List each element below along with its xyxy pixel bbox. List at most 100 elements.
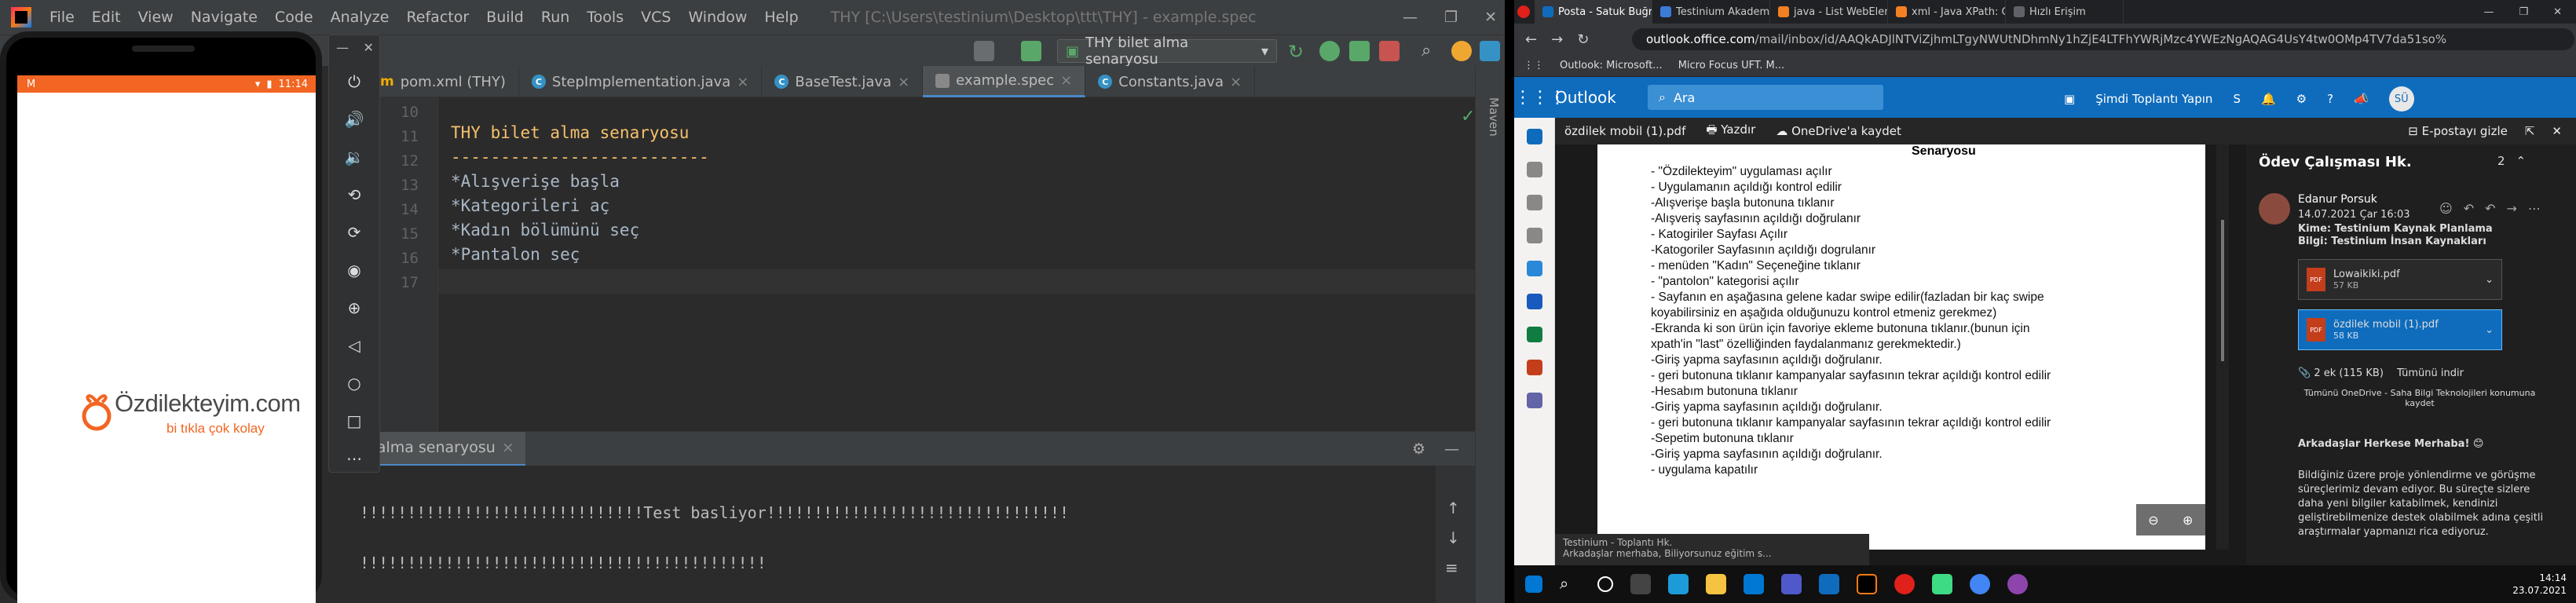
close-tab-icon[interactable]: ×: [737, 74, 748, 90]
back-icon[interactable]: ◁: [342, 334, 366, 357]
menu-view[interactable]: View: [130, 9, 182, 26]
menu-window[interactable]: Window: [679, 9, 756, 26]
save-onedrive-button[interactable]: ☁ OneDrive'a kaydet: [1776, 124, 1901, 138]
debug-icon[interactable]: [1319, 41, 1340, 61]
camera-icon[interactable]: ◉: [342, 258, 366, 282]
menu-build[interactable]: Build: [478, 9, 532, 26]
close-tab-icon[interactable]: ×: [1230, 74, 1242, 90]
outlook-icon[interactable]: [1819, 574, 1839, 594]
stop-icon[interactable]: [1379, 41, 1400, 61]
gear-icon[interactable]: ⚙: [1412, 440, 1425, 458]
tab-base-test[interactable]: C BaseTest.java ×: [762, 66, 924, 97]
excel-icon[interactable]: [1527, 327, 1542, 342]
hide-email-button[interactable]: ⊟ E-postayı gizle: [2408, 124, 2508, 138]
maximize-button[interactable]: ❐: [1444, 9, 1458, 26]
close-viewer-icon[interactable]: ✕: [2552, 124, 2562, 138]
menu-navigate[interactable]: Navigate: [182, 9, 266, 26]
volume-down-icon[interactable]: 🔉: [342, 145, 366, 169]
overview-icon[interactable]: □: [342, 409, 366, 433]
files-icon[interactable]: [1527, 228, 1542, 243]
meet-now-button[interactable]: Şimdi Toplantı Yapın: [2095, 92, 2212, 106]
build-hammer-icon[interactable]: [1021, 41, 1041, 61]
volume-up-icon[interactable]: 🔊: [342, 108, 366, 131]
teams-icon[interactable]: [1527, 393, 1542, 408]
menu-tools[interactable]: Tools: [578, 9, 632, 26]
coverage-icon[interactable]: [1349, 41, 1370, 61]
menu-analyze[interactable]: Analyze: [322, 9, 398, 26]
user-icon[interactable]: [974, 41, 994, 61]
menu-edit[interactable]: Edit: [83, 9, 130, 26]
download-all-link[interactable]: Tümünü indir: [2397, 367, 2464, 379]
message-list-peek[interactable]: Testinium - Toplantı Hk. Arkadaşlar merh…: [1555, 534, 1869, 565]
tab-example-spec[interactable]: example.spec ×: [923, 66, 1086, 97]
mail-icon[interactable]: [1744, 574, 1764, 594]
tab-constants[interactable]: C Constants.java ×: [1085, 66, 1256, 97]
close-button[interactable]: ✕: [2553, 6, 2562, 18]
mail-icon[interactable]: [1527, 129, 1542, 144]
reply-icon[interactable]: ↶: [2464, 201, 2474, 216]
file-explorer-icon[interactable]: [1706, 574, 1726, 594]
emoji-icon[interactable]: ☺: [2439, 201, 2453, 216]
zoom-icon[interactable]: ⊕: [342, 296, 366, 320]
phone-screen[interactable]: M ▾ ▮ 11:14 Özdilekteyim.com bi tıkla ço…: [17, 75, 316, 603]
scroll-up-icon[interactable]: ↑: [1447, 499, 1460, 517]
browser-tab[interactable]: java - List WebElement ak...: [1770, 0, 1888, 24]
megaphone-icon[interactable]: 📣: [2354, 92, 2369, 106]
sender-name[interactable]: Edanur Porsuk: [2298, 193, 2377, 206]
close-tab-icon[interactable]: ×: [502, 439, 514, 456]
popout-icon[interactable]: ⇱: [2525, 124, 2535, 138]
apps-icon[interactable]: ⋮⋮: [1524, 60, 1544, 71]
rerun-icon[interactable]: ↻: [1288, 41, 1308, 63]
rotate-left-icon[interactable]: ⟲: [342, 183, 366, 206]
browser-tab[interactable]: Hızlı Erişim: [2006, 0, 2124, 24]
emulator-minimize-button[interactable]: —: [336, 40, 349, 55]
task-view-icon[interactable]: [1630, 574, 1651, 594]
menu-code[interactable]: Code: [266, 9, 322, 26]
menu-file[interactable]: File: [41, 9, 83, 26]
maven-tool-tab[interactable]: Maven: [1487, 97, 1501, 137]
bell-icon[interactable]: 🔔: [2261, 92, 2276, 106]
bookmark-item[interactable]: Outlook: Microsoft...: [1560, 60, 1663, 71]
menu-run[interactable]: Run: [532, 9, 578, 26]
chevron-down-icon[interactable]: ⌄: [2485, 324, 2501, 336]
menu-vcs[interactable]: VCS: [632, 9, 679, 26]
search-icon[interactable]: ⌕: [1422, 41, 1442, 61]
pdf-scroll-thumb[interactable]: [2221, 220, 2224, 361]
soft-wrap-icon[interactable]: ≡: [1445, 558, 1458, 577]
chrome-icon[interactable]: [1970, 574, 1990, 594]
zoom-in-icon[interactable]: ⊕: [2183, 513, 2193, 528]
zoom-out-icon[interactable]: ⊖: [2148, 513, 2158, 528]
attachment-card-selected[interactable]: PDF özdilek mobil (1).pdf 58 KB ⌄: [2298, 309, 2502, 350]
print-button[interactable]: 🖶 Yazdır: [1706, 122, 1755, 141]
expand-icon[interactable]: ⌃: [2516, 154, 2527, 168]
app-icon[interactable]: [2007, 574, 2028, 594]
minimize-button[interactable]: —: [2483, 6, 2494, 18]
reply-all-icon[interactable]: ↶: [2485, 201, 2495, 216]
search-icon[interactable]: ⌕: [1560, 574, 1580, 594]
run-console[interactable]: !!!!!!!!!!!!!!!!!!!!!!!!!!!!!!Test basli…: [328, 466, 1436, 603]
word-icon[interactable]: [1527, 294, 1542, 309]
pdf-page[interactable]: Senaryosu - "Özdilekteyim" uygulaması aç…: [1597, 144, 2205, 550]
update-icon[interactable]: [1451, 41, 1472, 61]
app-launcher-icon[interactable]: ⋮⋮⋮: [1514, 88, 1566, 108]
plugin-icon[interactable]: [1480, 41, 1500, 61]
browser-tab[interactable]: Posta - Satuk Buğra Üçkuş: [1535, 0, 1652, 24]
calendar-icon[interactable]: [1527, 162, 1542, 177]
settings-icon[interactable]: ⚙: [2296, 92, 2307, 106]
more-icon[interactable]: ⋯: [342, 447, 366, 470]
power-icon[interactable]: ⏻: [342, 70, 366, 93]
close-tab-icon[interactable]: ×: [1060, 72, 1072, 89]
android-studio-icon[interactable]: [1932, 574, 1952, 594]
help-icon[interactable]: ?: [2327, 92, 2333, 106]
minimize-button[interactable]: —: [1403, 9, 1418, 26]
more-icon[interactable]: ⋯: [2528, 201, 2541, 216]
tab-step-implementation[interactable]: C StepImplementation.java ×: [519, 66, 763, 97]
cortana-icon[interactable]: [1597, 576, 1613, 592]
forward-icon[interactable]: →: [2507, 201, 2517, 216]
bookmark-item[interactable]: Micro Focus UFT. M...: [1678, 60, 1784, 71]
code-editor[interactable]: 10 11 12 13 14 15 16 17 THY bilet alma s…: [368, 97, 1475, 431]
save-all-onedrive-link[interactable]: Tümünü OneDrive - Saha Bilgi Teknolojile…: [2298, 388, 2541, 408]
run-configuration-select[interactable]: ▣ THY bilet alma senaryosu ▾: [1057, 35, 1277, 68]
reload-icon[interactable]: ↻: [1577, 31, 1589, 48]
forward-icon[interactable]: →: [1551, 31, 1563, 48]
